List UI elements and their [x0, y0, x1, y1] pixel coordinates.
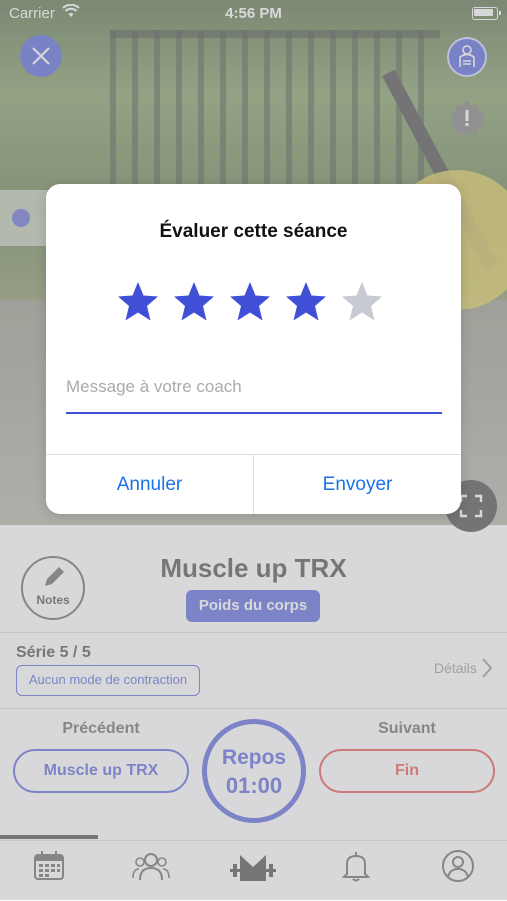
cancel-button[interactable]: Annuler [46, 455, 253, 514]
star-rating [116, 280, 396, 324]
dialog-title: Évaluer cette séance [159, 221, 348, 242]
rating-star-icon[interactable] [228, 280, 272, 324]
rating-star-icon[interactable] [172, 280, 216, 324]
rating-star-icon[interactable] [340, 280, 384, 324]
coach-message-input[interactable]: Message à votre coach [66, 377, 442, 397]
rating-dialog: Évaluer cette séance Message à votre coa… [46, 184, 461, 514]
rating-star-icon[interactable] [116, 280, 160, 324]
rating-star-icon[interactable] [284, 280, 328, 324]
send-button[interactable]: Envoyer [254, 455, 461, 514]
coach-message-underline [66, 412, 442, 414]
